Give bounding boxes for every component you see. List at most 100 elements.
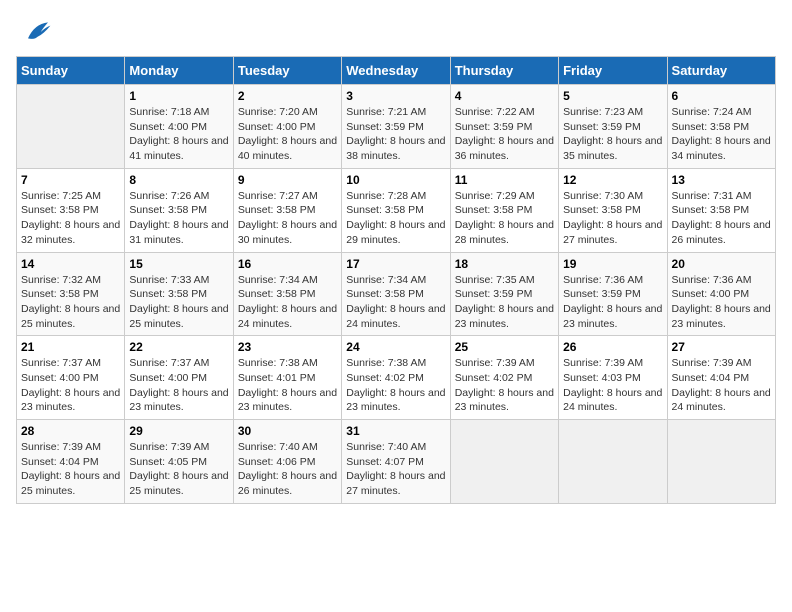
weekday-header: Saturday — [667, 57, 775, 85]
calendar-cell: 6 Sunrise: 7:24 AMSunset: 3:58 PMDaylight… — [667, 85, 775, 169]
calendar-cell: 4Sunrise: 7:22 AMSunset: 3:59 PMDaylight… — [450, 85, 558, 169]
day-number: 12 — [563, 173, 662, 187]
day-number: 7 — [21, 173, 120, 187]
cell-info: Sunrise: 7:26 AMSunset: 3:58 PMDaylight:… — [129, 189, 228, 248]
calendar-cell: 14Sunrise: 7:32 AMSunset: 3:58 PMDayligh… — [17, 252, 125, 336]
calendar-table: SundayMondayTuesdayWednesdayThursdayFrid… — [16, 56, 776, 504]
calendar-cell: 10 Sunrise: 7:28 AMSunset: 3:58 PMDayligh… — [342, 168, 450, 252]
cell-info: Sunrise: 7:29 AMSunset: 3:58 PMDaylight:… — [455, 189, 554, 248]
calendar-cell: 1Sunrise: 7:18 AMSunset: 4:00 PMDaylight… — [125, 85, 233, 169]
calendar-header: SundayMondayTuesdayWednesdayThursdayFrid… — [17, 57, 776, 85]
calendar-cell: 30 Sunrise: 7:40 AMSunset: 4:06 PMDayligh… — [233, 420, 341, 504]
cell-info: Sunrise: 7:36 AMSunset: 3:59 PMDaylight:… — [563, 273, 662, 332]
logo — [16, 16, 52, 48]
calendar-cell: 23 Sunrise: 7:38 AMSunset: 4:01 PMDayligh… — [233, 336, 341, 420]
day-number: 25 — [455, 340, 554, 354]
cell-info: Sunrise: 7:21 AMSunset: 3:59 PMDaylight:… — [346, 105, 445, 164]
calendar-cell: 17Sunrise: 7:34 AMSunset: 3:58 PMDayligh… — [342, 252, 450, 336]
cell-info: Sunrise: 7:30 AMSunset: 3:58 PMDaylight:… — [563, 189, 662, 248]
day-number: 24 — [346, 340, 445, 354]
calendar-cell: 27Sunrise: 7:39 AMSunset: 4:04 PMDayligh… — [667, 336, 775, 420]
day-number: 18 — [455, 257, 554, 271]
calendar-cell: 2 Sunrise: 7:20 AMSunset: 4:00 PMDaylight… — [233, 85, 341, 169]
header — [16, 16, 776, 48]
cell-info: Sunrise: 7:23 AMSunset: 3:59 PMDaylight:… — [563, 105, 662, 164]
logo-bird-icon — [20, 16, 52, 48]
calendar-row: 21 Sunrise: 7:37 AMSunset: 4:00 PMDayligh… — [17, 336, 776, 420]
calendar-cell: 11 Sunrise: 7:29 AMSunset: 3:58 PMDayligh… — [450, 168, 558, 252]
cell-info: Sunrise: 7:36 AMSunset: 4:00 PMDaylight:… — [672, 273, 771, 332]
calendar-cell: 8 Sunrise: 7:26 AMSunset: 3:58 PMDaylight… — [125, 168, 233, 252]
calendar-cell: 15 Sunrise: 7:33 AMSunset: 3:58 PMDayligh… — [125, 252, 233, 336]
calendar-body: 1Sunrise: 7:18 AMSunset: 4:00 PMDaylight… — [17, 85, 776, 504]
calendar-cell: 16 Sunrise: 7:34 AMSunset: 3:58 PMDayligh… — [233, 252, 341, 336]
cell-info: Sunrise: 7:39 AMSunset: 4:03 PMDaylight:… — [563, 356, 662, 415]
day-number: 30 — [238, 424, 337, 438]
day-number: 10 — [346, 173, 445, 187]
calendar-cell: 12 Sunrise: 7:30 AMSunset: 3:58 PMDayligh… — [559, 168, 667, 252]
weekday-header: Wednesday — [342, 57, 450, 85]
cell-info: Sunrise: 7:40 AMSunset: 4:07 PMDaylight:… — [346, 440, 445, 499]
calendar-cell — [450, 420, 558, 504]
day-number: 6 — [672, 89, 771, 103]
calendar-cell: 25 Sunrise: 7:39 AMSunset: 4:02 PMDayligh… — [450, 336, 558, 420]
cell-info: Sunrise: 7:31 AMSunset: 3:58 PMDaylight:… — [672, 189, 771, 248]
day-number: 8 — [129, 173, 228, 187]
weekday-header: Thursday — [450, 57, 558, 85]
cell-info: Sunrise: 7:38 AMSunset: 4:01 PMDaylight:… — [238, 356, 337, 415]
day-number: 2 — [238, 89, 337, 103]
calendar-cell — [667, 420, 775, 504]
day-number: 26 — [563, 340, 662, 354]
day-number: 20 — [672, 257, 771, 271]
day-number: 29 — [129, 424, 228, 438]
weekday-header: Monday — [125, 57, 233, 85]
day-number: 23 — [238, 340, 337, 354]
cell-info: Sunrise: 7:39 AMSunset: 4:04 PMDaylight:… — [21, 440, 120, 499]
calendar-row: 28Sunrise: 7:39 AMSunset: 4:04 PMDayligh… — [17, 420, 776, 504]
day-number: 11 — [455, 173, 554, 187]
cell-info: Sunrise: 7:33 AMSunset: 3:58 PMDaylight:… — [129, 273, 228, 332]
header-row: SundayMondayTuesdayWednesdayThursdayFrid… — [17, 57, 776, 85]
calendar-cell: 22Sunrise: 7:37 AMSunset: 4:00 PMDayligh… — [125, 336, 233, 420]
cell-info: Sunrise: 7:25 AMSunset: 3:58 PMDaylight:… — [21, 189, 120, 248]
calendar-cell: 19Sunrise: 7:36 AMSunset: 3:59 PMDayligh… — [559, 252, 667, 336]
cell-info: Sunrise: 7:18 AMSunset: 4:00 PMDaylight:… — [129, 105, 228, 164]
weekday-header: Tuesday — [233, 57, 341, 85]
calendar-cell: 9 Sunrise: 7:27 AMSunset: 3:58 PMDaylight… — [233, 168, 341, 252]
cell-info: Sunrise: 7:39 AMSunset: 4:05 PMDaylight:… — [129, 440, 228, 499]
cell-info: Sunrise: 7:39 AMSunset: 4:02 PMDaylight:… — [455, 356, 554, 415]
day-number: 16 — [238, 257, 337, 271]
cell-info: Sunrise: 7:24 AMSunset: 3:58 PMDaylight:… — [672, 105, 771, 164]
day-number: 17 — [346, 257, 445, 271]
day-number: 9 — [238, 173, 337, 187]
cell-info: Sunrise: 7:20 AMSunset: 4:00 PMDaylight:… — [238, 105, 337, 164]
day-number: 5 — [563, 89, 662, 103]
calendar-cell: 20 Sunrise: 7:36 AMSunset: 4:00 PMDayligh… — [667, 252, 775, 336]
calendar-cell: 29 Sunrise: 7:39 AMSunset: 4:05 PMDayligh… — [125, 420, 233, 504]
day-number: 27 — [672, 340, 771, 354]
calendar-cell: 31Sunrise: 7:40 AMSunset: 4:07 PMDayligh… — [342, 420, 450, 504]
cell-info: Sunrise: 7:22 AMSunset: 3:59 PMDaylight:… — [455, 105, 554, 164]
calendar-row: 14Sunrise: 7:32 AMSunset: 3:58 PMDayligh… — [17, 252, 776, 336]
cell-info: Sunrise: 7:34 AMSunset: 3:58 PMDaylight:… — [238, 273, 337, 332]
day-number: 15 — [129, 257, 228, 271]
cell-info: Sunrise: 7:27 AMSunset: 3:58 PMDaylight:… — [238, 189, 337, 248]
calendar-cell: 24 Sunrise: 7:38 AMSunset: 4:02 PMDayligh… — [342, 336, 450, 420]
weekday-header: Friday — [559, 57, 667, 85]
calendar-row: 7 Sunrise: 7:25 AMSunset: 3:58 PMDaylight… — [17, 168, 776, 252]
cell-info: Sunrise: 7:28 AMSunset: 3:58 PMDaylight:… — [346, 189, 445, 248]
calendar-cell: 28Sunrise: 7:39 AMSunset: 4:04 PMDayligh… — [17, 420, 125, 504]
calendar-row: 1Sunrise: 7:18 AMSunset: 4:00 PMDaylight… — [17, 85, 776, 169]
cell-info: Sunrise: 7:32 AMSunset: 3:58 PMDaylight:… — [21, 273, 120, 332]
cell-info: Sunrise: 7:35 AMSunset: 3:59 PMDaylight:… — [455, 273, 554, 332]
calendar-cell: 18 Sunrise: 7:35 AMSunset: 3:59 PMDayligh… — [450, 252, 558, 336]
cell-info: Sunrise: 7:37 AMSunset: 4:00 PMDaylight:… — [129, 356, 228, 415]
calendar-cell — [17, 85, 125, 169]
weekday-header: Sunday — [17, 57, 125, 85]
calendar-cell — [559, 420, 667, 504]
cell-info: Sunrise: 7:38 AMSunset: 4:02 PMDaylight:… — [346, 356, 445, 415]
cell-info: Sunrise: 7:37 AMSunset: 4:00 PMDaylight:… — [21, 356, 120, 415]
cell-info: Sunrise: 7:40 AMSunset: 4:06 PMDaylight:… — [238, 440, 337, 499]
day-number: 21 — [21, 340, 120, 354]
day-number: 13 — [672, 173, 771, 187]
